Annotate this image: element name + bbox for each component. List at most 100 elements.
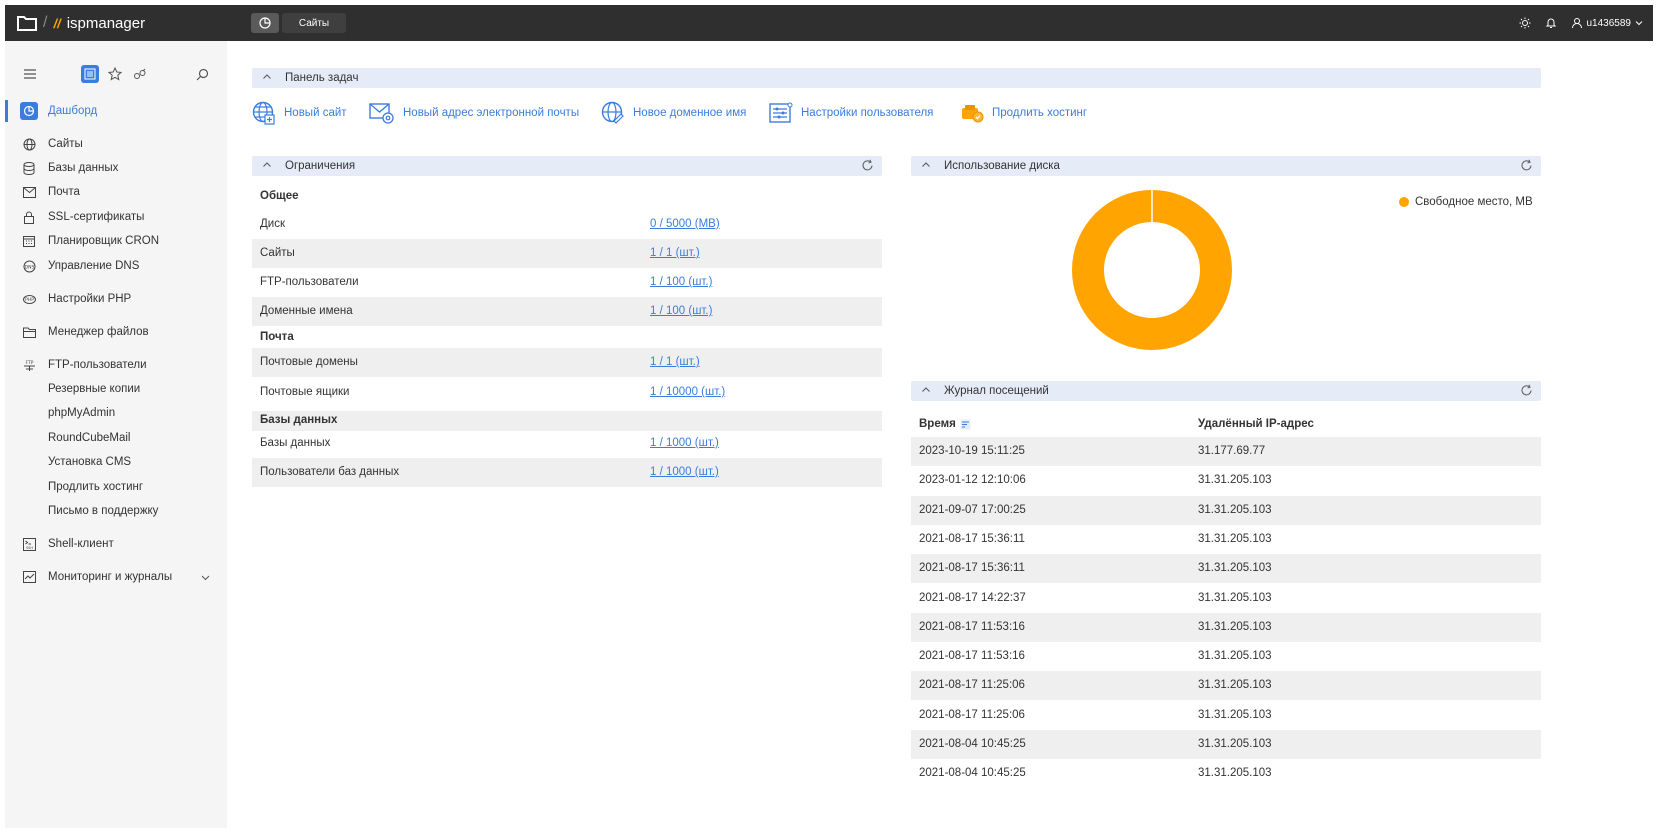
links-button[interactable] (131, 65, 149, 83)
table-row[interactable]: 2023-01-12 12:10:06 31.31.205.103 (911, 466, 1541, 495)
theme-icon[interactable] (1519, 17, 1531, 29)
link-icon (134, 68, 146, 79)
table-row[interactable]: 2021-08-04 10:45:25 31.31.205.103 (911, 730, 1541, 759)
new-domain-button[interactable]: Новое доменное имя (601, 98, 746, 128)
table-row: Почтовые домены 1 / 1 (шт.) (252, 348, 882, 377)
table-row[interactable]: 2021-08-17 11:53:16 31.31.205.103 (911, 612, 1541, 642)
table-row[interactable]: 2021-08-17 11:25:06 31.31.205.103 (911, 671, 1541, 701)
table-row[interactable]: 2021-08-17 11:25:06 31.31.205.103 (911, 701, 1541, 730)
sidebar-item-cms-install[interactable]: Установка CMS (5, 451, 227, 473)
logo[interactable]: / // ispmanager (17, 5, 145, 41)
sidebar-item-label: RoundCubeMail (48, 432, 131, 444)
sidebar-item-sites[interactable]: Сайты (5, 133, 227, 155)
sidebar-toolbar (5, 65, 227, 83)
menu-list-view-button[interactable] (81, 65, 99, 83)
menu-search-button[interactable] (193, 65, 211, 83)
limits-header[interactable]: Ограничения (252, 156, 882, 176)
sidebar-item-monitoring[interactable]: Мониторинг и журналы (5, 566, 227, 588)
sidebar-item-shell-client[interactable]: SSH Shell-клиент (5, 533, 227, 555)
visit-ip: 31.31.205.103 (1198, 503, 1272, 516)
sidebar-item-file-manager[interactable]: Менеджер файлов (5, 321, 227, 343)
dashboard-tab-button[interactable] (251, 13, 279, 33)
sidebar-item-ssl[interactable]: SSL-сертификаты (5, 206, 227, 228)
sidebar-item-support-letter[interactable]: Письмо в поддержку (5, 500, 227, 522)
sidebar-item-label: Сайты (48, 138, 83, 150)
limit-value-link[interactable]: 1 / 100 (шт.) (650, 276, 712, 288)
sidebar-item-cron[interactable]: Планировщик CRON (5, 230, 227, 252)
sidebar-item-php[interactable]: PHP Настройки PHP (5, 288, 227, 310)
chevron-down-icon[interactable] (201, 573, 210, 582)
refresh-icon[interactable] (1520, 384, 1533, 397)
user-settings-button[interactable]: Настройки пользователя (769, 98, 933, 128)
sidebar-item-databases[interactable]: Базы данных (5, 157, 227, 179)
limit-value-link[interactable]: 1 / 100 (шт.) (650, 305, 712, 317)
limit-value-link[interactable]: 1 / 10000 (шт.) (650, 386, 725, 398)
visit-time: 2021-08-04 10:45:25 (919, 738, 1026, 750)
visit-ip: 31.31.205.103 (1198, 650, 1272, 663)
sidebar-item-renew-hosting[interactable]: Продлить хостинг (5, 476, 227, 498)
sidebar-item-label: phpMyAdmin (48, 407, 116, 419)
menu-toggle-button[interactable] (21, 65, 39, 83)
visit-ip: 31.31.205.103 (1198, 532, 1272, 545)
disk-usage-header[interactable]: Использование диска (911, 156, 1541, 176)
limit-name: Базы данных (260, 437, 331, 449)
user-menu[interactable]: u1436589 (1571, 17, 1644, 29)
limit-value-link[interactable]: 1 / 1 (шт.) (650, 356, 700, 368)
chevron-up-icon[interactable] (262, 72, 272, 82)
section-title: Журнал посещений (944, 385, 1049, 397)
table-row[interactable]: 2021-08-04 10:45:25 31.31.205.103 (911, 759, 1541, 788)
dashboard-icon (20, 102, 38, 120)
limit-value-link[interactable]: 1 / 1000 (шт.) (650, 466, 719, 478)
table-row[interactable]: 2021-08-17 15:36:11 31.31.205.103 (911, 554, 1541, 584)
visit-ip: 31.31.205.103 (1198, 620, 1272, 633)
table-row[interactable]: 2021-08-17 11:53:16 31.31.205.103 (911, 642, 1541, 671)
svg-text:FTP: FTP (25, 360, 33, 366)
new-email-button[interactable]: Новый адрес электронной почты (369, 98, 579, 128)
column-header-time[interactable]: Время (919, 418, 971, 430)
sidebar-item-phpmyadmin[interactable]: phpMyAdmin (5, 402, 227, 424)
chart-legend[interactable]: Свободное место, MB (1399, 196, 1533, 208)
sidebar-item-roundcubemail[interactable]: RoundCubeMail (5, 427, 227, 449)
chevron-up-icon[interactable] (262, 160, 272, 170)
tab-sites[interactable]: Сайты (282, 13, 346, 33)
visit-ip: 31.31.205.103 (1198, 562, 1272, 575)
visit-ip: 31.31.205.103 (1198, 591, 1272, 604)
table-row[interactable]: 2021-09-07 17:00:25 31.31.205.103 (911, 495, 1541, 525)
table-row: FTP-пользователи 1 / 100 (шт.) (252, 268, 882, 297)
column-header-ip[interactable]: Удалённый IP-адрес (1198, 418, 1314, 430)
sidebar-item-backups[interactable]: Резервные копии (5, 378, 227, 400)
taskbar-header[interactable]: Панель задач (252, 68, 1541, 88)
sort-icon[interactable] (960, 419, 971, 430)
bell-icon[interactable] (1545, 17, 1557, 29)
refresh-icon[interactable] (861, 159, 874, 172)
action-label: Настройки пользователя (801, 107, 934, 119)
favorites-button[interactable] (106, 65, 124, 83)
sidebar-item-label: Почта (48, 186, 80, 198)
sidebar-item-mail[interactable]: Почта (5, 181, 227, 203)
limit-name: FTP-пользователи (260, 276, 359, 288)
visit-time: 2021-08-17 15:36:11 (919, 562, 1025, 575)
chevron-up-icon[interactable] (921, 385, 931, 395)
visit-time: 2021-08-17 15:36:11 (919, 532, 1025, 545)
limit-value-link[interactable]: 1 / 1 (шт.) (650, 247, 700, 259)
limit-name: Доменные имена (260, 305, 353, 317)
username: u1436589 (1586, 17, 1632, 29)
refresh-icon[interactable] (1520, 159, 1533, 172)
table-row[interactable]: 2021-08-17 14:22:37 31.31.205.103 (911, 584, 1541, 613)
sidebar-item-dns[interactable]: DNS Управление DNS (5, 255, 227, 277)
limit-value-link[interactable]: 0 / 5000 (MB) (650, 218, 720, 230)
donut-slice[interactable] (1072, 190, 1232, 350)
limit-value-link[interactable]: 1 / 1000 (шт.) (650, 437, 719, 449)
folder-icon (22, 325, 36, 339)
new-site-button[interactable]: Новый сайт (252, 98, 347, 128)
renew-hosting-button[interactable]: Продлить хостинг (960, 98, 1087, 128)
sidebar-item-ftp-users[interactable]: FTP FTP-пользователи (5, 354, 227, 376)
sidebar-item-label: Менеджер файлов (48, 326, 149, 338)
sidebar-item-dashboard[interactable]: Дашборд (5, 100, 227, 122)
table-row[interactable]: 2021-08-17 15:36:11 31.31.205.103 (911, 525, 1541, 554)
visit-time: 2021-08-17 11:53:16 (919, 620, 1025, 633)
chevron-up-icon[interactable] (921, 160, 931, 170)
visit-log-header[interactable]: Журнал посещений (911, 381, 1541, 401)
table-row[interactable]: 2023-10-19 15:11:25 31.177.69.77 (911, 437, 1541, 466)
top-bar: / // ispmanager Сайты u1436589 (5, 5, 1653, 41)
